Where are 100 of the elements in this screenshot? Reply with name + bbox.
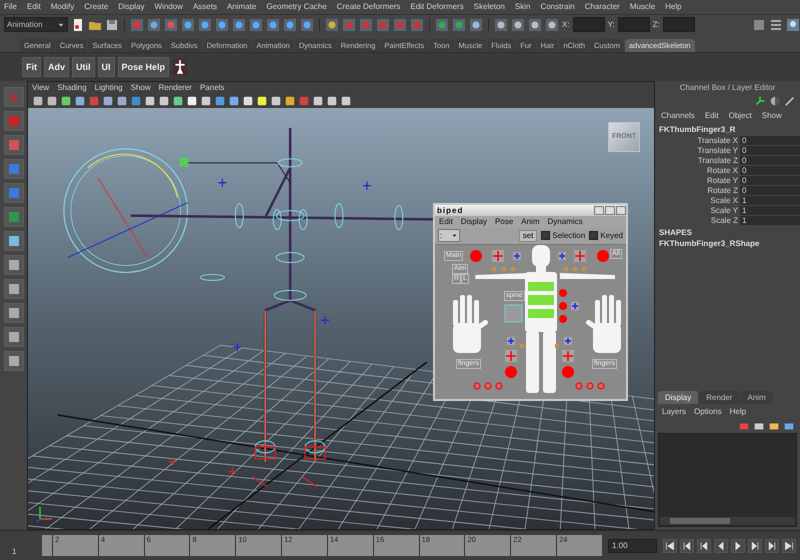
panel-menu-item[interactable]: View <box>32 83 50 92</box>
channel-menu-item[interactable]: Object <box>728 110 752 120</box>
attribute-icon[interactable] <box>769 18 783 32</box>
skeleton-icon[interactable] <box>172 56 188 77</box>
maximize-button[interactable] <box>605 206 615 215</box>
pencil-icon[interactable] <box>784 94 796 107</box>
viewport-tool-icon[interactable] <box>242 94 254 107</box>
viewport-tool-icon[interactable] <box>144 94 156 107</box>
checkbox[interactable] <box>589 231 598 240</box>
playback-button[interactable] <box>748 538 762 553</box>
viewport-tool-icon[interactable] <box>186 94 198 107</box>
scrollbar[interactable] <box>660 517 795 526</box>
menu-item[interactable]: Create Deformers <box>336 2 400 12</box>
control-dot[interactable] <box>559 302 567 310</box>
viewport-tool-icon[interactable] <box>340 94 352 107</box>
menu-item[interactable]: Create <box>84 2 108 12</box>
hand-drawing[interactable] <box>585 294 621 353</box>
tool-icon[interactable] <box>494 18 508 32</box>
viewport-tool-icon[interactable] <box>102 94 114 107</box>
panel-menu-item[interactable]: Panels <box>200 83 224 92</box>
tool-icon[interactable] <box>300 18 314 32</box>
tool-icon[interactable] <box>232 18 246 32</box>
viewport-tool-icon[interactable] <box>172 94 184 107</box>
character-dropdown[interactable]: : <box>438 229 460 242</box>
viewport-tool-icon[interactable] <box>284 94 296 107</box>
menu-item[interactable]: Animate <box>226 2 256 12</box>
menu-item[interactable]: Window <box>154 2 183 12</box>
shelf-button[interactable]: Fit <box>22 56 41 77</box>
tool-icon[interactable] <box>198 18 212 32</box>
picker-menu-item[interactable]: Display <box>460 217 488 226</box>
viewport-tool-icon[interactable] <box>60 94 72 107</box>
picker-menu-item[interactable]: Pose <box>495 217 514 226</box>
tool-icon[interactable] <box>181 18 195 32</box>
picker-menu-item[interactable]: Dynamics <box>548 217 583 226</box>
layer-menu-item[interactable]: Layers <box>662 407 686 416</box>
panel-icon[interactable] <box>752 18 766 32</box>
playback-button[interactable] <box>714 538 728 553</box>
menu-item[interactable]: Constrain <box>540 2 575 12</box>
channel-menu-item[interactable]: Show <box>762 110 782 120</box>
playback-button[interactable] <box>765 538 779 553</box>
attribute-value[interactable]: 0 <box>740 156 800 166</box>
contrast-icon[interactable] <box>769 94 781 107</box>
attribute-value[interactable]: 0 <box>740 176 800 186</box>
tool-icon[interactable] <box>164 18 178 32</box>
panel-menu-item[interactable]: Show <box>130 83 151 92</box>
tool-icon[interactable] <box>545 18 559 32</box>
menu-item[interactable]: Skeleton <box>474 2 505 12</box>
tool-button[interactable] <box>4 254 24 275</box>
control-cross[interactable] <box>571 302 579 310</box>
attribute-value[interactable]: 0 <box>740 136 800 146</box>
attribute-value[interactable]: 0 <box>740 146 800 156</box>
viewport-tool-icon[interactable] <box>326 94 338 107</box>
tool-icon[interactable] <box>435 18 449 32</box>
tool-icon[interactable] <box>215 18 229 32</box>
shelf-button[interactable]: Adv <box>44 56 70 77</box>
mode-dropdown[interactable]: Animation <box>4 17 68 32</box>
tool-settings-icon[interactable] <box>786 18 800 32</box>
hand-drawing[interactable] <box>453 294 489 353</box>
shelf-button[interactable]: Util <box>72 56 95 77</box>
tool-button[interactable] <box>4 206 24 227</box>
tool-icon[interactable] <box>147 18 161 32</box>
tool-icon[interactable] <box>130 18 144 32</box>
tool-icon[interactable] <box>249 18 263 32</box>
menu-item[interactable]: Character <box>584 2 620 12</box>
menu-item[interactable]: Muscle <box>630 2 656 12</box>
menu-item[interactable]: Help <box>665 2 682 12</box>
tool-icon[interactable] <box>469 18 483 32</box>
menu-item[interactable]: Display <box>118 2 144 12</box>
checkbox[interactable] <box>541 231 550 240</box>
viewport-tool-icon[interactable] <box>158 94 170 107</box>
tool-button[interactable] <box>4 182 24 203</box>
tool-button[interactable] <box>4 134 24 155</box>
attribute-value[interactable]: 1 <box>740 206 800 216</box>
control-cross[interactable] <box>558 252 566 260</box>
control-dot[interactable] <box>562 366 574 378</box>
set-button[interactable]: set <box>518 230 538 242</box>
playback-button[interactable] <box>782 538 796 553</box>
menu-item[interactable]: Edit <box>26 2 41 12</box>
menu-item[interactable]: File <box>4 2 17 12</box>
playback-button[interactable] <box>731 538 745 553</box>
tool-button[interactable] <box>4 326 24 347</box>
viewport-tool-icon[interactable] <box>256 94 268 107</box>
panel-menu-item[interactable]: Shading <box>57 83 87 92</box>
control-cross[interactable] <box>564 336 572 345</box>
control-dot[interactable] <box>559 288 567 297</box>
tool-button[interactable] <box>4 350 24 371</box>
control-dot[interactable] <box>559 314 567 323</box>
current-frame-field[interactable]: 1.00 <box>608 538 657 553</box>
z-field[interactable] <box>662 17 695 32</box>
attribute-value[interactable]: 1 <box>740 196 800 206</box>
axis-icon[interactable] <box>754 94 766 107</box>
attribute-value[interactable]: 0 <box>740 186 800 196</box>
control-dot[interactable] <box>597 250 609 262</box>
layer-menu-item[interactable]: Help <box>730 407 746 416</box>
channel-menu-item[interactable]: Channels <box>661 110 695 120</box>
control-square[interactable] <box>555 344 559 348</box>
x-field[interactable] <box>572 17 605 32</box>
viewport-tool-icon[interactable] <box>200 94 212 107</box>
viewport-tool-icon[interactable] <box>116 94 128 107</box>
panel-menu-item[interactable]: Lighting <box>94 83 123 92</box>
